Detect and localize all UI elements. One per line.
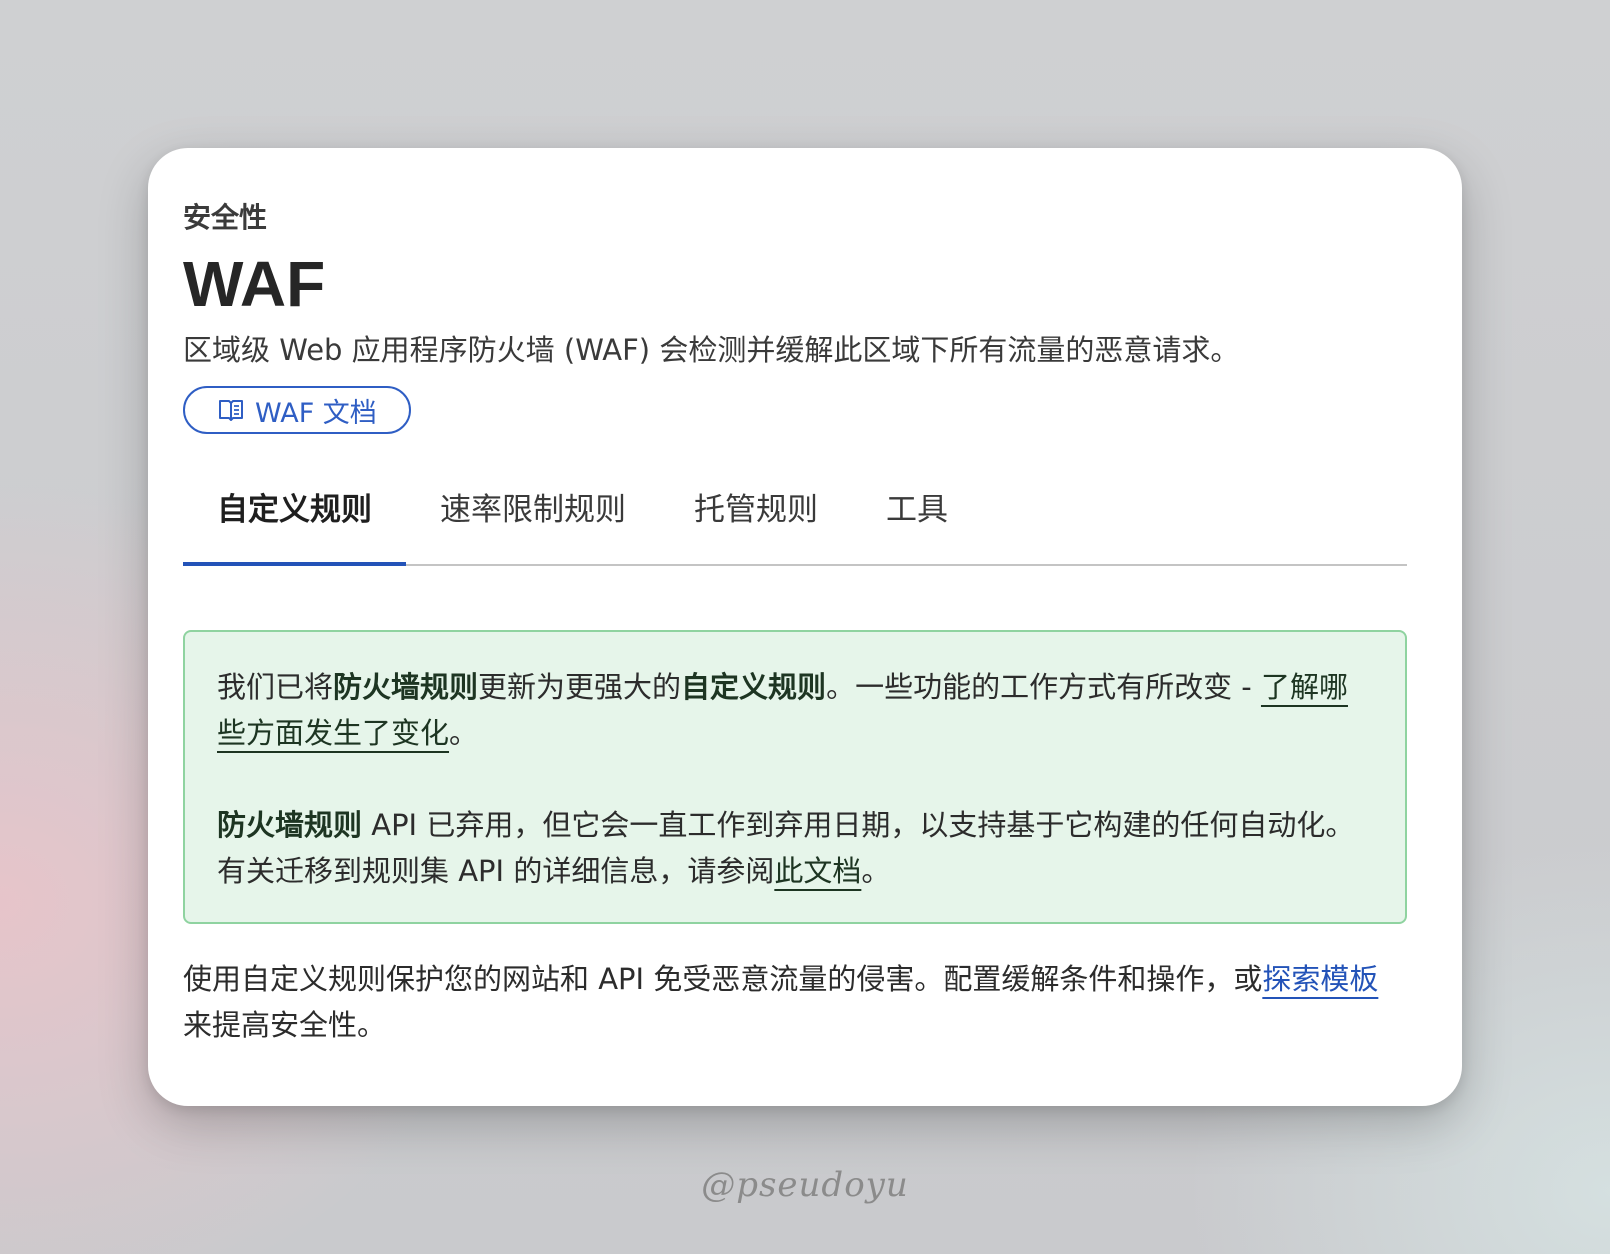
body-text: 来提高安全性。 [183, 1008, 387, 1042]
notice-text: 。一些功能的工作方式有所改变 - [826, 670, 1261, 704]
explore-templates-link[interactable]: 探索模板 [1262, 962, 1378, 996]
page-description: 区域级 Web 应用程序防火墙 (WAF) 会检测并缓解此区域下所有流量的恶意请… [183, 333, 1240, 367]
notice-bold-firewall-rules: 防火墙规则 [333, 670, 479, 704]
notice-paragraph-2: 防火墙规则 API 已弃用，但它会一直工作到弃用日期，以支持基于它构建的任何自动… [217, 802, 1373, 894]
tab-tools[interactable]: 工具 [852, 480, 982, 558]
notice-bold-custom-rules: 自定义规则 [681, 670, 827, 704]
notice-text: 更新为更强大的 [478, 670, 682, 704]
tab-rate-limiting-rules[interactable]: 速率限制规则 [406, 480, 660, 558]
waf-card: 安全性 WAF 区域级 Web 应用程序防火墙 (WAF) 会检测并缓解此区域下… [148, 148, 1462, 1106]
notice-text: 。 [861, 854, 891, 888]
notice-text: 。 [449, 716, 479, 750]
notice-bold-firewall-rules: 防火墙规则 [217, 808, 363, 842]
custom-rules-description: 使用自定义规则保护您的网站和 API 免受恶意流量的侵害。配置缓解条件和操作，或… [183, 956, 1407, 1048]
tab-managed-rules[interactable]: 托管规则 [660, 480, 852, 558]
book-icon [217, 396, 245, 424]
tab-custom-rules[interactable]: 自定义规则 [183, 480, 406, 566]
body-text: 使用自定义规则保护您的网站和 API 免受恶意流量的侵害。配置缓解条件和操作，或 [183, 962, 1263, 996]
waf-docs-label: WAF 文档 [255, 397, 377, 429]
migration-notice: 我们已将防火墙规则更新为更强大的自定义规则。一些功能的工作方式有所改变 - 了解… [183, 630, 1407, 924]
page-title: WAF [183, 248, 326, 320]
author-watermark: @pseudoyu [701, 1165, 909, 1205]
tab-bar: 自定义规则 速率限制规则 托管规则 工具 [183, 480, 1407, 566]
migration-docs-link[interactable]: 此文档 [774, 854, 861, 888]
section-label: 安全性 [183, 201, 268, 234]
notice-paragraph-1: 我们已将防火墙规则更新为更强大的自定义规则。一些功能的工作方式有所改变 - 了解… [217, 664, 1373, 756]
notice-text: 我们已将 [217, 670, 334, 704]
waf-docs-button[interactable]: WAF 文档 [183, 386, 411, 434]
